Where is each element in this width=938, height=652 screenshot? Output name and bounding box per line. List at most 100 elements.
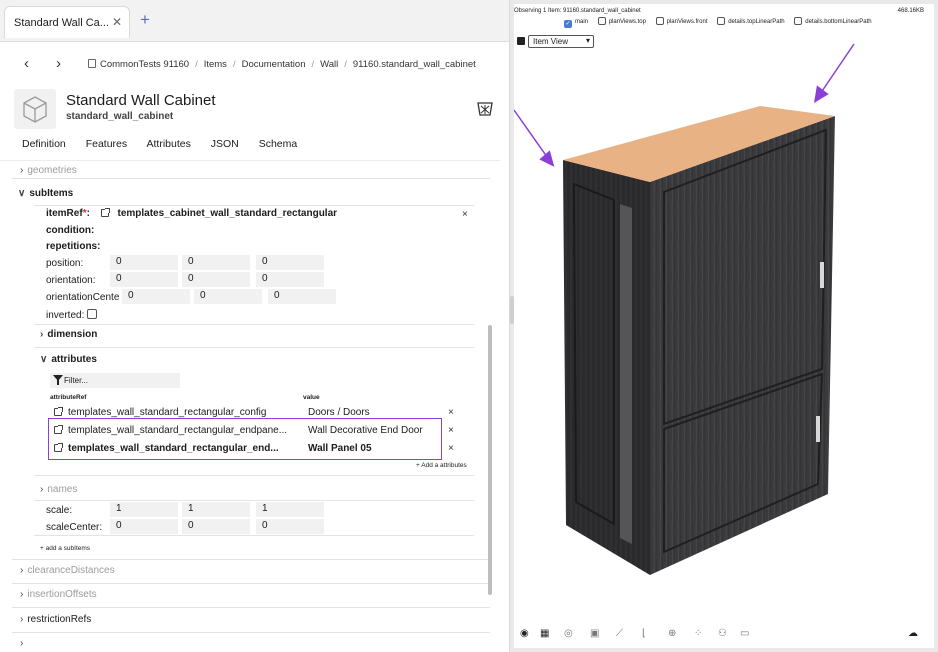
scale-center-z-input[interactable]: 0 xyxy=(256,519,324,534)
filter-icon xyxy=(53,375,63,385)
hierarchy-icon[interactable]: ⚇ xyxy=(718,628,727,639)
inverted-checkbox[interactable] xyxy=(87,309,98,319)
page-title: Standard Wall Cabinet xyxy=(66,92,216,109)
cabinet-front-face xyxy=(650,116,835,575)
scale-x-input[interactable]: 1 xyxy=(110,502,178,517)
tab-definition[interactable]: Definition xyxy=(22,138,66,150)
section-subitems[interactable]: ∨ subItems xyxy=(18,188,73,199)
breadcrumb-wall[interactable]: Wall xyxy=(320,59,338,70)
item-thumbnail xyxy=(14,89,56,129)
external-link-icon[interactable] xyxy=(54,425,63,434)
scrollbar-thumb[interactable] xyxy=(488,325,492,595)
brush-icon[interactable]: ⟋ xyxy=(616,628,623,639)
tab-attributes[interactable]: Attributes xyxy=(146,138,190,150)
attribute-row[interactable]: templates_wall_standard_rectangular_conf… xyxy=(54,407,266,418)
corner-icon[interactable]: ⌊ xyxy=(642,628,646,639)
annotation-arrow xyxy=(813,85,829,103)
breadcrumb: CommonTests 91160/Items / Documentation / Wa… xyxy=(88,59,476,70)
item-ref-value[interactable]: templates_cabinet_wall_standard_rectangu… xyxy=(118,208,338,219)
image-icon[interactable]: ▭ xyxy=(740,628,749,639)
repetitions-label: repetitions: xyxy=(46,241,101,252)
orientation-center-y-input[interactable]: 0 xyxy=(194,289,262,304)
menu-divider xyxy=(0,160,500,161)
position-label: position: xyxy=(46,258,84,269)
tab-standard-wall-cabinet[interactable]: Standard Wall Ca... ✕ xyxy=(4,6,130,38)
column-value: value xyxy=(303,394,320,401)
orientation-y-input[interactable]: 0 xyxy=(182,272,250,287)
cube-icon[interactable]: ▣ xyxy=(590,628,599,639)
scale-z-input[interactable]: 1 xyxy=(256,502,324,517)
breadcrumb-items[interactable]: Items xyxy=(204,59,227,70)
cloud-download-icon[interactable]: ☁ xyxy=(908,628,918,639)
condition-label: condition: xyxy=(46,225,95,236)
target-icon[interactable]: ⊕ xyxy=(668,628,676,639)
forward-button[interactable]: › xyxy=(56,55,61,72)
scale-center-x-input[interactable]: 0 xyxy=(110,519,178,534)
position-z-input[interactable]: 0 xyxy=(256,255,324,270)
attribute-value[interactable]: Wall Panel 05 xyxy=(308,443,372,454)
orientation-label: orientation: xyxy=(46,275,96,286)
breadcrumb-documentation[interactable]: Documentation xyxy=(242,59,306,70)
section-dimension[interactable]: › dimension xyxy=(40,329,97,340)
annotation-arrow xyxy=(539,150,555,167)
door-handle xyxy=(820,262,824,288)
compass-icon[interactable]: ◎ xyxy=(564,628,573,639)
inverted-label: inverted: xyxy=(46,309,98,321)
section-menu: Definition Features Attributes JSON Sche… xyxy=(22,138,314,150)
position-y-input[interactable]: 0 xyxy=(182,255,250,270)
tab-title: Standard Wall Ca... xyxy=(14,17,109,29)
orientation-x-input[interactable]: 0 xyxy=(110,272,178,287)
external-link-icon[interactable] xyxy=(54,443,63,452)
column-attribute-ref: attributeRef xyxy=(50,394,87,401)
scale-label: scale: xyxy=(46,505,73,516)
project-icon xyxy=(88,59,96,68)
position-x-input[interactable]: 0 xyxy=(110,255,178,270)
orientation-center-z-input[interactable]: 0 xyxy=(268,289,336,304)
section-names[interactable]: › names xyxy=(40,484,77,495)
section-restriction-refs[interactable]: › restrictionRefs xyxy=(20,614,91,625)
add-subitem-button[interactable]: + add a subItems xyxy=(40,545,90,552)
remove-subitem-button[interactable]: × xyxy=(462,209,468,220)
cube-icon xyxy=(23,96,47,123)
attribute-row[interactable]: templates_wall_standard_rectangular_endp… xyxy=(54,425,287,436)
breadcrumb-project[interactable]: CommonTests 91160 xyxy=(100,59,189,70)
definition-tree: › geometries ∨ subItems itemRef*: template… xyxy=(0,162,509,652)
attribute-row[interactable]: templates_wall_standard_rectangular_end.… xyxy=(54,443,279,454)
external-link-icon[interactable] xyxy=(54,407,63,416)
scale-center-y-input[interactable]: 0 xyxy=(182,519,250,534)
chevron-down-icon: ∨ xyxy=(18,188,26,199)
attribute-value[interactable]: Wall Decorative End Door xyxy=(308,425,423,436)
tab-features[interactable]: Features xyxy=(86,138,127,150)
tab-bar: Standard Wall Ca... ✕ + xyxy=(0,0,509,42)
dots-grid-icon[interactable]: ⁘ xyxy=(694,628,702,639)
section-attributes[interactable]: ∨ attributes xyxy=(40,354,97,365)
viewer-toolbar: ◉ ▦ ◎ ▣ ⟋ ⌊ ⊕ ⁘ ⚇ ▭ ☁ xyxy=(518,626,930,642)
section-clearance-distances[interactable]: › clearanceDistances xyxy=(20,565,115,576)
section-geometries[interactable]: › geometries xyxy=(20,165,77,176)
orientation-z-input[interactable]: 0 xyxy=(256,272,324,287)
remove-attribute-button[interactable]: × xyxy=(448,443,454,454)
orientation-center-x-input[interactable]: 0 xyxy=(122,289,190,304)
door-handle xyxy=(816,416,820,442)
add-tab-icon[interactable]: + xyxy=(140,10,150,30)
palette-icon[interactable]: ◉ xyxy=(520,628,529,639)
remove-attribute-button[interactable]: × xyxy=(448,425,454,436)
remove-attribute-button[interactable]: × xyxy=(448,407,454,418)
external-link-icon[interactable] xyxy=(100,208,110,217)
section-insertion-offsets[interactable]: › insertionOffsets xyxy=(20,589,97,600)
back-button[interactable]: ‹ xyxy=(24,55,29,72)
tab-json[interactable]: JSON xyxy=(211,138,239,150)
add-attribute-button[interactable]: + Add a attributes xyxy=(416,462,467,469)
tab-schema[interactable]: Schema xyxy=(259,138,298,150)
breadcrumb-current: 91160.standard_wall_cabinet xyxy=(352,59,476,70)
scale-y-input[interactable]: 1 xyxy=(182,502,250,517)
section-truncated: › xyxy=(20,638,24,646)
delete-basket-icon[interactable] xyxy=(476,100,494,118)
cabinet-3d-view[interactable] xyxy=(514,4,934,619)
grid-icon[interactable]: ▦ xyxy=(540,628,549,639)
editor-panel: Standard Wall Ca... ✕ + ‹ › CommonTests … xyxy=(0,0,510,652)
page-subtitle: standard_wall_cabinet xyxy=(66,111,174,122)
attributes-filter-input[interactable]: Filter... xyxy=(50,373,180,388)
attribute-value[interactable]: Doors / Doors xyxy=(308,407,370,418)
tab-close-icon[interactable]: ✕ xyxy=(112,15,122,29)
